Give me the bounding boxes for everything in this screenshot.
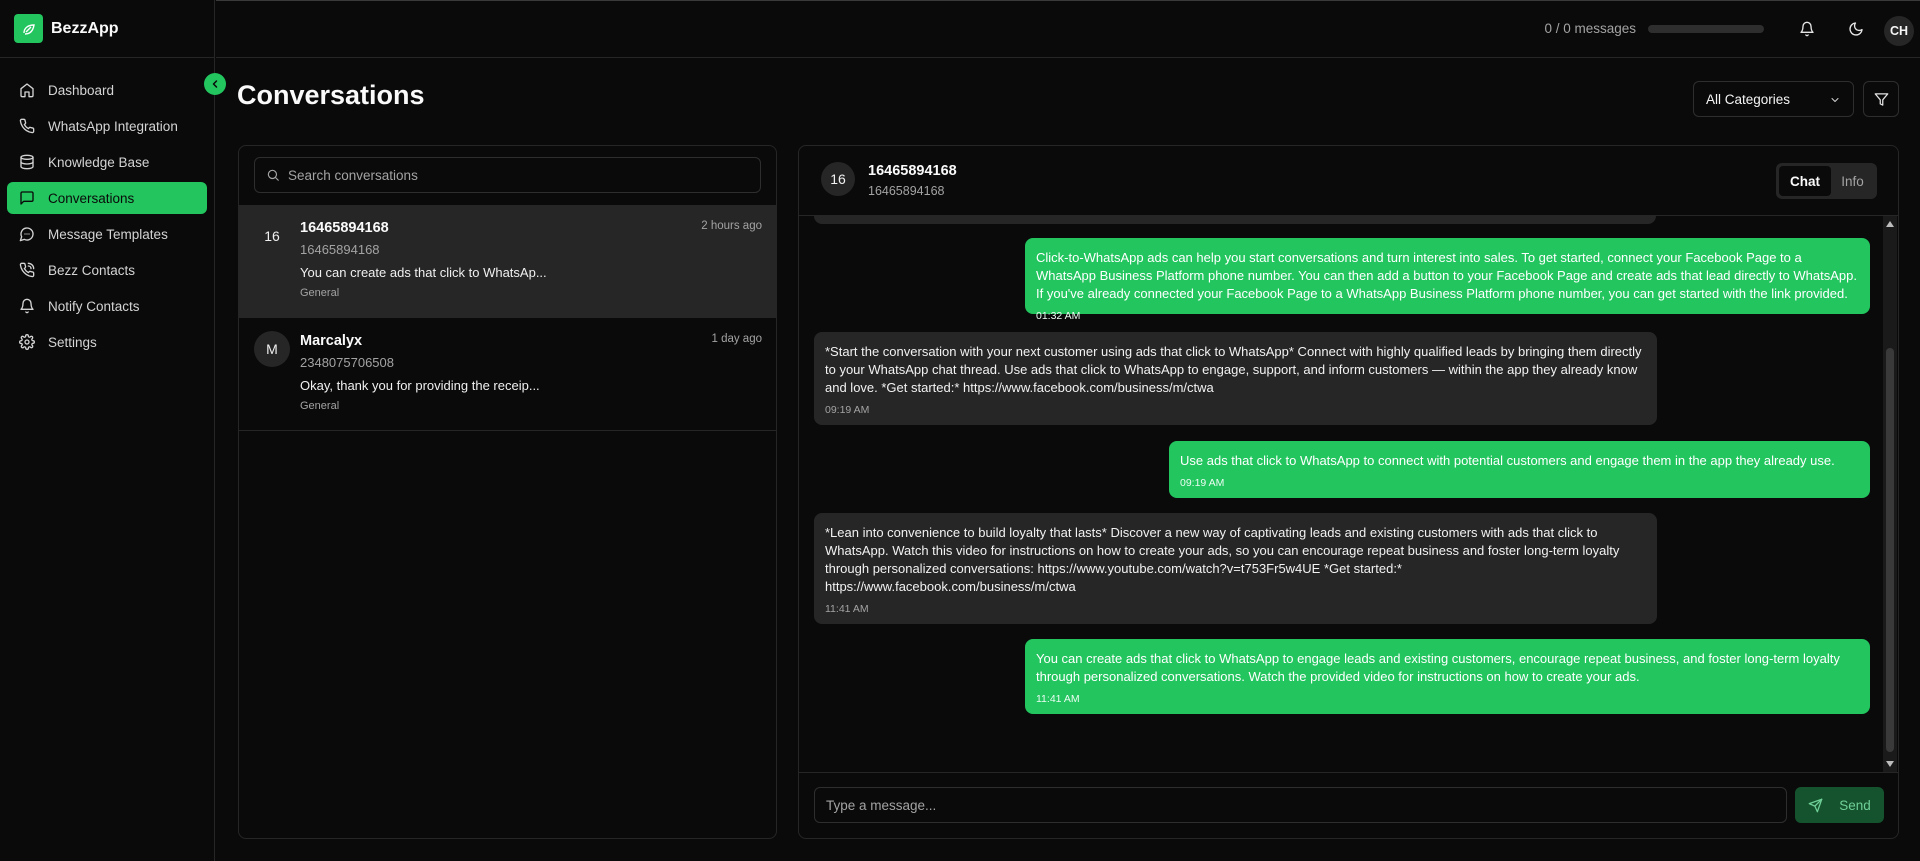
message-bubble-outgoing: Use ads that click to WhatsApp to connec… [1169, 441, 1870, 498]
chat-header: 16 16465894168 16465894168 Chat Info [799, 146, 1898, 216]
bell-icon [1800, 21, 1814, 37]
collapse-sidebar-button[interactable] [204, 73, 226, 95]
search-input[interactable] [288, 167, 748, 183]
conversation-category: General [300, 400, 340, 412]
sidebar-item-dashboard[interactable]: Dashboard [7, 74, 207, 106]
tab-chat[interactable]: Chat [1779, 166, 1831, 196]
sidebar-item-conversations[interactable]: Conversations [7, 182, 207, 214]
message-text: *Start the conversation with your next c… [825, 344, 1642, 395]
conversation-list-panel: 16 16465894168 16465894168 You can creat… [238, 145, 777, 839]
message-bubble-incoming: *Start the conversation with your next c… [814, 332, 1657, 425]
message-composer: Send [799, 772, 1898, 838]
message-bubble-incoming: *Lean into convenience to build loyalty … [814, 513, 1657, 624]
sidebar-item-label: Dashboard [48, 82, 115, 98]
conversation-time: 2 hours ago [701, 220, 762, 232]
message-time: 11:41 AM [825, 603, 869, 615]
conversation-phone: 2348075706508 [300, 355, 394, 370]
conversation-phone: 16465894168 [300, 242, 380, 257]
theme-toggle-button[interactable] [1848, 21, 1866, 39]
database-icon [20, 154, 34, 170]
sidebar-nav: Dashboard WhatsApp Integration Knowledge… [0, 58, 214, 358]
conversation-category: General [300, 287, 340, 299]
message-bubble-outgoing: You can create ads that click to WhatsAp… [1025, 639, 1870, 714]
leaf-chat-icon [14, 14, 43, 43]
conversation-avatar: M [254, 331, 290, 367]
send-button[interactable]: Send [1795, 787, 1884, 823]
category-select-value: All Categories [1706, 91, 1791, 107]
chat-tabs: Chat Info [1776, 163, 1877, 199]
sidebar-item-whatsapp-integration[interactable]: WhatsApp Integration [7, 110, 207, 142]
message-text: Use ads that click to WhatsApp to connec… [1180, 453, 1835, 468]
sidebar-item-label: Knowledge Base [48, 154, 150, 170]
conversation-time: 1 day ago [711, 333, 762, 345]
message-circle-icon [19, 227, 34, 242]
sidebar-item-message-templates[interactable]: Message Templates [7, 218, 207, 250]
conversation-preview: Okay, thank you for providing the receip… [300, 378, 540, 393]
previous-message-bubble [814, 216, 1656, 224]
chat-avatar: 16 [821, 162, 855, 196]
home-icon [20, 83, 34, 98]
chat-contact-phone: 16465894168 [868, 184, 945, 198]
phone-call-icon [19, 262, 35, 278]
filter-icon [1874, 92, 1888, 106]
category-select[interactable]: All Categories [1693, 81, 1854, 117]
message-scrollbar[interactable] [1883, 216, 1897, 772]
bell-icon [20, 298, 34, 314]
conversation-item[interactable]: M Marcalyx 2348075706508 Okay, thank you… [239, 318, 776, 431]
message-text: You can create ads that click to WhatsAp… [1036, 651, 1840, 684]
message-time: 01:32 AM [1036, 310, 1081, 322]
message-thread[interactable]: Click-to-WhatsApp ads can help you start… [799, 216, 1885, 772]
conversation-name: Marcalyx [300, 333, 363, 349]
sidebar-item-label: Message Templates [48, 226, 168, 242]
brand: BezzApp [0, 0, 214, 58]
send-icon [1808, 798, 1823, 812]
search-icon [267, 169, 279, 181]
sidebar-item-label: Bezz Contacts [48, 262, 136, 278]
sidebar-item-label: Conversations [48, 190, 135, 206]
message-square-icon [20, 191, 34, 205]
filter-button[interactable] [1863, 81, 1899, 117]
message-text: *Lean into convenience to build loyalty … [825, 525, 1620, 594]
moon-icon [1849, 22, 1863, 36]
notifications-button[interactable] [1799, 21, 1817, 39]
scroll-up-arrow[interactable] [1886, 221, 1894, 227]
conversation-name: 16465894168 [300, 220, 389, 236]
usage-progress-bar [1648, 24, 1764, 33]
chat-contact-name: 16465894168 [868, 163, 957, 179]
send-button-label: Send [1839, 797, 1871, 813]
message-input[interactable] [814, 787, 1787, 823]
search-box [254, 157, 761, 193]
chevron-down-icon [1831, 98, 1839, 102]
usage-text: 0 / 0 messages [1544, 21, 1636, 36]
conversation-preview: You can create ads that click to WhatsAp… [300, 265, 547, 280]
message-bubble-outgoing: Click-to-WhatsApp ads can help you start… [1025, 238, 1870, 322]
sidebar-item-knowledge-base[interactable]: Knowledge Base [7, 146, 207, 178]
chevron-left-icon [212, 80, 218, 88]
sidebar-item-settings[interactable]: Settings [7, 326, 207, 358]
sidebar-item-bezz-contacts[interactable]: Bezz Contacts [7, 254, 207, 286]
conversation-avatar: 16 [254, 218, 290, 254]
message-time: 09:19 AM [1180, 477, 1225, 489]
sidebar-item-label: WhatsApp Integration [48, 118, 178, 134]
user-avatar[interactable]: CH [1884, 16, 1914, 46]
message-time: 09:19 AM [825, 404, 870, 416]
phone-icon [19, 118, 35, 134]
brand-name: BezzApp [51, 19, 119, 37]
chat-panel: 16 16465894168 16465894168 Chat Info Cli… [798, 145, 1899, 839]
message-time: 11:41 AM [1036, 693, 1080, 705]
sidebar-item-label: Notify Contacts [48, 298, 140, 314]
scroll-down-arrow[interactable] [1886, 761, 1894, 767]
sidebar-item-label: Settings [48, 334, 97, 350]
topbar: 0 / 0 messages CH [216, 0, 1920, 58]
tab-info[interactable]: Info [1831, 166, 1874, 196]
gear-icon [19, 334, 35, 350]
sidebar: BezzApp Dashboard WhatsApp Integration K… [0, 0, 215, 861]
scroll-thumb[interactable] [1886, 348, 1894, 752]
conversation-item[interactable]: 16 16465894168 16465894168 You can creat… [239, 205, 776, 318]
message-usage: 0 / 0 messages [1544, 21, 1764, 36]
sidebar-item-notify-contacts[interactable]: Notify Contacts [7, 290, 207, 322]
message-text: Click-to-WhatsApp ads can help you start… [1036, 250, 1857, 301]
page-title: Conversations [237, 80, 425, 110]
